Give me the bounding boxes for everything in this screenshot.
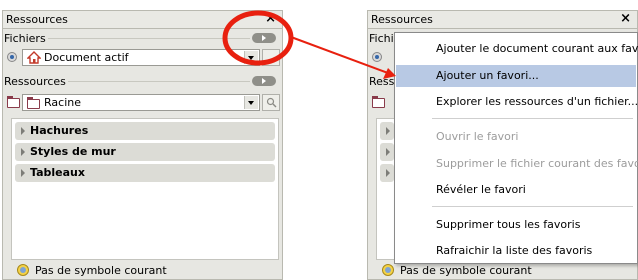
- search-icon: [266, 97, 277, 108]
- group-label: Tableaux: [30, 166, 85, 179]
- document-row: Document actif: [3, 48, 282, 68]
- panel-titlebar: Ressources ×: [3, 11, 282, 29]
- radio-icon[interactable]: [372, 52, 382, 62]
- panel-titlebar: Ressources ×: [368, 11, 637, 29]
- menu-item-label: Explorer les ressources d'un fichier...: [436, 95, 638, 108]
- expand-arrow-icon: [386, 127, 390, 135]
- status-text: Pas de symbole courant: [35, 264, 167, 277]
- dropdown-arrow-icon[interactable]: [244, 51, 258, 64]
- menu-item-label: Rafraichir la liste des favoris: [436, 244, 593, 257]
- menu-item-explore-resources[interactable]: Explorer les ressources d'un fichier...: [396, 91, 638, 113]
- folder-icon: [372, 96, 385, 108]
- resources-toggle-icon[interactable]: [252, 76, 276, 86]
- menu-item-label: Supprimer tous les favoris: [436, 218, 581, 231]
- group-row-styles-de-mur[interactable]: Styles de mur: [15, 143, 275, 161]
- menu-item-reveal-favorite[interactable]: Révéler le favori: [396, 179, 636, 201]
- menu-item-refresh-favorites[interactable]: Rafraichir la liste des favoris: [396, 240, 636, 262]
- radio-icon[interactable]: [7, 52, 17, 62]
- resources-label: Ress: [369, 75, 397, 88]
- expand-arrow-icon: [386, 169, 390, 177]
- close-icon[interactable]: ×: [265, 11, 276, 26]
- resources-section-header: Ressources: [3, 73, 282, 89]
- folder-icon: [27, 97, 40, 109]
- status-bar: Pas de symbole courant: [368, 262, 637, 279]
- group-row[interactable]: [380, 164, 394, 182]
- panel-title: Ressources: [6, 13, 68, 26]
- close-icon[interactable]: ×: [620, 11, 631, 26]
- group-row[interactable]: [380, 143, 394, 161]
- menu-separator: [432, 118, 633, 119]
- resources-label: Ressources: [4, 75, 68, 88]
- search-button[interactable]: [262, 94, 280, 111]
- expand-arrow-icon: [21, 148, 25, 156]
- group-row[interactable]: [380, 122, 394, 140]
- menu-item-label: Ajouter un favori...: [436, 69, 539, 82]
- files-label: Fichi: [369, 32, 396, 45]
- expand-arrow-icon: [21, 127, 25, 135]
- menu-item-remove-current-file[interactable]: Supprimer le fichier courant des favoris: [396, 153, 638, 175]
- document-select-value: Document actif: [44, 51, 129, 64]
- status-symbol-icon: [382, 264, 394, 276]
- menu-separator: [432, 206, 633, 207]
- menu-item-add-favorite[interactable]: Ajouter un favori...: [396, 65, 636, 87]
- resource-list: [376, 118, 396, 260]
- favorites-context-menu: Ajouter le document courant aux favoris …: [394, 32, 638, 264]
- group-row-hachures[interactable]: Hachures: [15, 122, 275, 140]
- expand-arrow-icon: [386, 148, 390, 156]
- home-icon: [27, 51, 41, 64]
- folder-select[interactable]: Racine: [22, 94, 260, 111]
- section-divider: [65, 81, 250, 82]
- menu-item-add-current-document[interactable]: Ajouter le document courant aux favoris: [396, 38, 638, 60]
- menu-item-open-favorite[interactable]: Ouvrir le favori: [396, 126, 636, 148]
- files-section-header: Fichiers: [3, 30, 282, 46]
- menu-item-remove-all-favorites[interactable]: Supprimer tous les favoris: [396, 214, 636, 236]
- folder-icon: [7, 96, 20, 108]
- document-options-button[interactable]: [262, 49, 280, 66]
- folder-row: Racine: [3, 93, 282, 113]
- group-label: Styles de mur: [30, 145, 116, 158]
- status-text: Pas de symbole courant: [400, 264, 532, 277]
- resources-panel-left: Ressources × Fichiers Document actif Res…: [2, 10, 283, 280]
- dropdown-arrow-icon[interactable]: [244, 96, 258, 109]
- menu-item-label: Révéler le favori: [436, 183, 526, 196]
- menu-item-label: Ajouter le document courant aux favoris: [436, 42, 638, 55]
- section-divider: [43, 38, 250, 39]
- resource-list: Hachures Styles de mur Tableaux: [11, 118, 279, 260]
- menu-item-label: Supprimer le fichier courant des favoris: [436, 157, 638, 170]
- expand-arrow-icon: [21, 169, 25, 177]
- files-label: Fichiers: [4, 32, 48, 45]
- document-select[interactable]: Document actif: [22, 49, 260, 66]
- status-bar: Pas de symbole courant: [3, 262, 282, 279]
- group-label: Hachures: [30, 124, 89, 137]
- menu-item-label: Ouvrir le favori: [436, 130, 519, 143]
- status-symbol-icon: [17, 264, 29, 276]
- files-toggle-icon[interactable]: [252, 33, 276, 43]
- group-row-tableaux[interactable]: Tableaux: [15, 164, 275, 182]
- folder-select-value: Racine: [44, 96, 81, 109]
- panel-title: Ressources: [371, 13, 433, 26]
